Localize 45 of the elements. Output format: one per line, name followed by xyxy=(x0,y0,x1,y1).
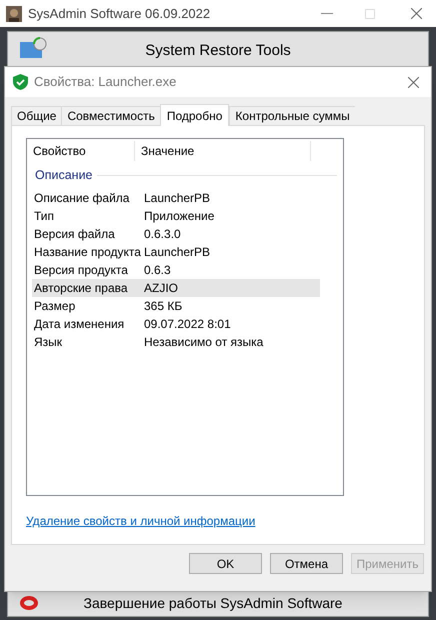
tab[interactable]: Совместимость xyxy=(61,106,160,125)
list-row[interactable]: Описание файла LauncherPB xyxy=(32,188,320,207)
column-header[interactable]: Свойство xyxy=(27,141,135,161)
tab[interactable]: Подробно xyxy=(160,104,230,126)
property-name: Описание файла xyxy=(33,190,130,207)
list-row[interactable]: Язык Независимо от языка xyxy=(32,332,320,351)
property-value: 0.6.3 xyxy=(143,262,171,279)
property-value: LauncherPB xyxy=(143,190,210,207)
property-value: Независимо от языка xyxy=(143,334,264,351)
dialog-title: Свойства: Launcher.exe xyxy=(34,73,178,92)
property-name: Версия продукта xyxy=(33,262,129,279)
close-icon[interactable] xyxy=(411,8,422,19)
list-row[interactable]: Версия файла 0.6.3.0 xyxy=(32,224,320,243)
tab[interactable]: Контрольные суммы xyxy=(229,106,355,125)
property-name: Авторские права xyxy=(33,280,129,297)
property-name: Язык xyxy=(33,334,64,351)
property-value: 0.6.3.0 xyxy=(143,226,181,243)
property-value: AZJIO xyxy=(143,280,178,297)
app-icon xyxy=(6,6,22,22)
property-name: Тип xyxy=(33,208,56,225)
remove-properties-link[interactable]: Удаление свойств и личной информации xyxy=(26,512,256,530)
property-name: Версия файла xyxy=(33,226,116,243)
property-value: 365 КБ xyxy=(143,298,182,315)
window-title: SysAdmin Software 06.09.2022 xyxy=(28,4,212,23)
dialog-button[interactable]: Отмена xyxy=(270,553,343,574)
list-row[interactable]: Тип Приложение xyxy=(32,206,320,225)
property-name: Размер xyxy=(33,298,76,315)
column-header[interactable]: Значение xyxy=(135,141,311,161)
group-header: Описание xyxy=(35,167,93,184)
power-icon xyxy=(20,596,38,610)
list-row[interactable]: Авторские права AZJIO xyxy=(32,278,320,297)
property-name: Название продукта xyxy=(33,244,140,261)
list-row[interactable]: Дата изменения 09.07.2022 8:01 xyxy=(32,314,320,333)
property-name: Дата изменения xyxy=(33,316,126,333)
list-row[interactable]: Версия продукта 0.6.3 xyxy=(32,260,320,279)
property-value: LauncherPB xyxy=(143,244,210,261)
dialog-button[interactable]: OK xyxy=(189,553,262,574)
list-row[interactable]: Размер 365 КБ xyxy=(32,296,320,315)
property-value: Приложение xyxy=(143,208,214,225)
minimize-icon[interactable] xyxy=(321,12,333,14)
shield-check-icon xyxy=(13,74,28,90)
list-row[interactable]: Название продукта LauncherPB xyxy=(32,242,320,261)
property-value: 09.07.2022 8:01 xyxy=(143,316,231,333)
close-icon[interactable] xyxy=(408,76,419,88)
tab[interactable]: Общие xyxy=(11,106,62,125)
